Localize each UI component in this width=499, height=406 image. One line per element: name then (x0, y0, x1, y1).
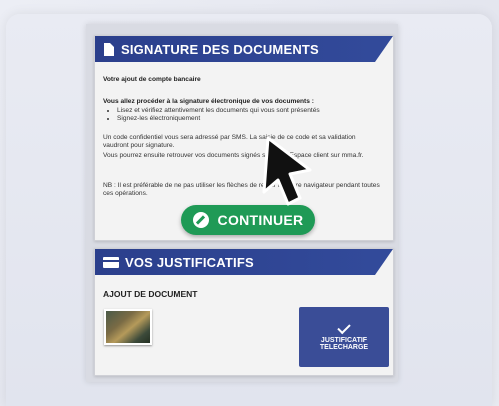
list-item: Signez-les électroniquement (117, 115, 387, 123)
instruction-list: Lisez et vérifiez attentivement les docu… (109, 107, 387, 124)
add-document-label: AJOUT DE DOCUMENT (103, 289, 198, 299)
cursor-arrow-icon (262, 136, 312, 206)
justificatifs-panel-header: VOS JUSTIFICATIFS (95, 249, 393, 275)
signature-panel-title: SIGNATURE DES DOCUMENTS (121, 41, 319, 57)
document-icon (104, 42, 114, 56)
sms-code-text: Un code confidentiel vous sera adressé p… (103, 134, 356, 150)
continue-label: CONTINUER (217, 212, 304, 228)
navigation-note: NB : Il est préférable de ne pas utilise… (103, 182, 380, 198)
document-thumbnail[interactable] (104, 309, 152, 345)
status-label-line1: JUSTIFICATIF (320, 336, 368, 344)
signature-panel-header: SIGNATURE DES DOCUMENTS (95, 36, 393, 62)
signature-intro: Vous allez procéder à la signature élect… (103, 98, 314, 105)
pencil-icon (192, 212, 209, 228)
check-icon (337, 320, 351, 334)
list-item: Lisez et vérifiez attentivement les docu… (117, 107, 387, 115)
retrieve-documents-text: Vous pourrez ensuite retrouver vos docum… (103, 152, 364, 159)
uploaded-document-status-button[interactable]: JUSTIFICATIF TELECHARGE (299, 307, 389, 367)
status-label-line2: TELECHARGE (319, 343, 369, 351)
justificatifs-panel-title: VOS JUSTIFICATIFS (125, 254, 254, 270)
signature-subtitle: Votre ajout de compte bancaire (103, 76, 201, 83)
id-card-icon (103, 256, 119, 268)
